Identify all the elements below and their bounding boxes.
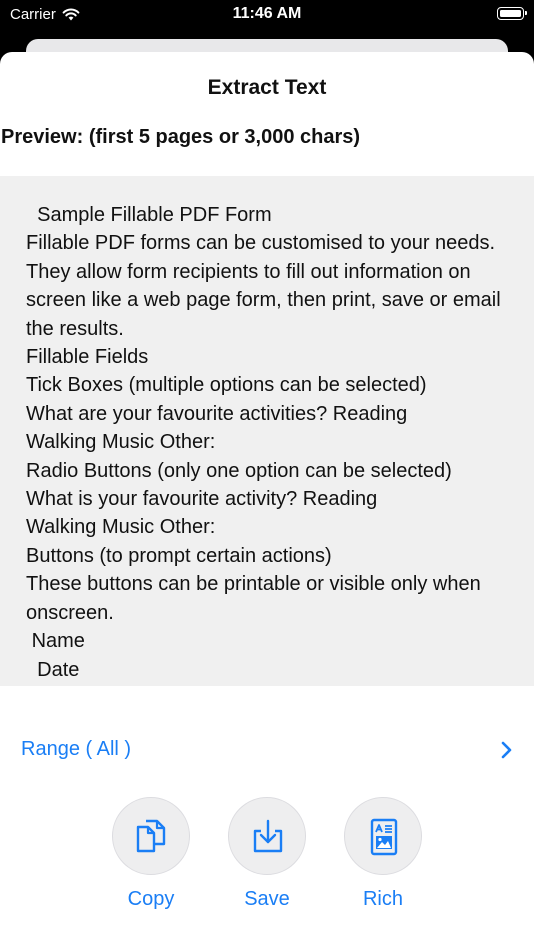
sheet-title: Extract Text xyxy=(207,76,327,99)
rich-document-icon xyxy=(370,818,398,856)
range-label: Range ( All ) xyxy=(21,738,132,760)
preview-text: Sample Fillable PDF Form Fillable PDF fo… xyxy=(26,204,501,681)
copy-icon xyxy=(136,819,166,853)
extract-text-sheet: Extract Text Preview: (first 5 pages or … xyxy=(0,52,534,950)
range-row[interactable]: Range ( All ) xyxy=(0,730,534,774)
preview-label: Preview: (first 5 pages or 3,000 chars) xyxy=(1,126,361,148)
status-time: 11:46 AM xyxy=(232,5,302,22)
rich-label: Rich xyxy=(362,888,403,910)
save-download-icon xyxy=(253,819,283,853)
save-button-circle[interactable] xyxy=(228,797,306,875)
chevron-right-icon xyxy=(501,741,512,759)
rich-button[interactable]: Rich xyxy=(335,797,431,911)
save-label: Save xyxy=(244,888,290,910)
status-bar: Carrier 11:46 AM xyxy=(0,0,534,30)
copy-label: Copy xyxy=(127,888,175,910)
action-buttons: Copy Save Rich xyxy=(0,797,534,927)
copy-button[interactable]: Copy xyxy=(103,797,199,911)
battery-icon xyxy=(497,7,527,20)
text-preview-area[interactable]: Sample Fillable PDF Form Fillable PDF fo… xyxy=(0,176,534,686)
rich-button-circle[interactable] xyxy=(344,797,422,875)
copy-button-circle[interactable] xyxy=(112,797,190,875)
save-button[interactable]: Save xyxy=(219,797,315,911)
